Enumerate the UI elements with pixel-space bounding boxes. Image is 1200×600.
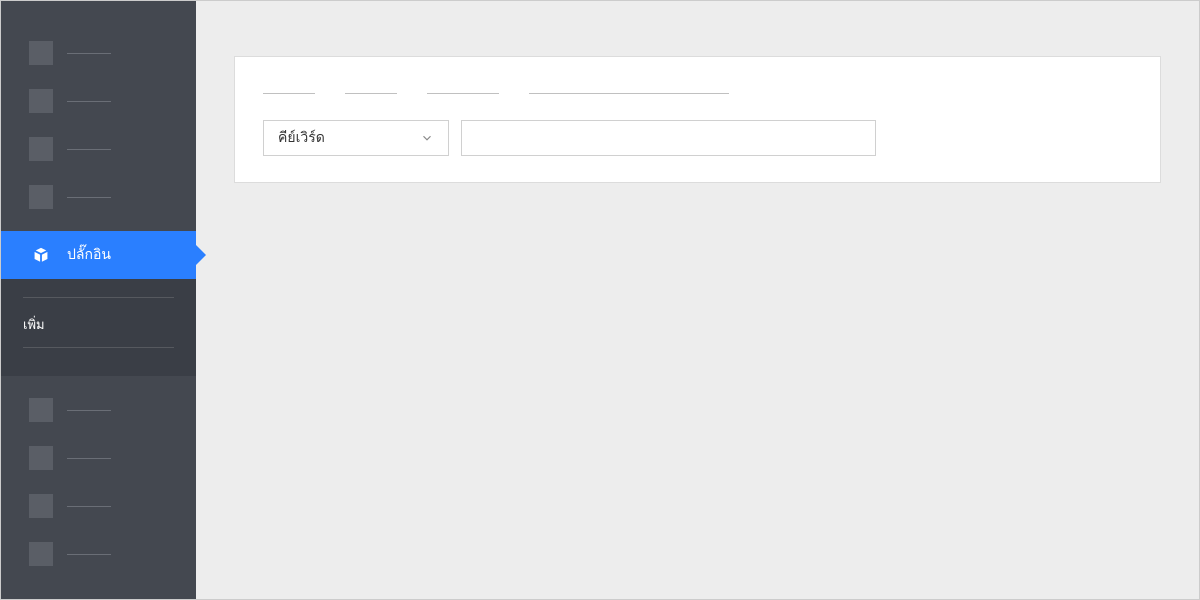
nav-item-placeholder[interactable] [1, 125, 196, 173]
nav-icon-placeholder [29, 398, 53, 422]
nav-icon-placeholder [29, 89, 53, 113]
nav-icon-placeholder [29, 185, 53, 209]
plugin-icon [29, 243, 53, 267]
nav-icon-placeholder [29, 137, 53, 161]
nav-label-placeholder [67, 101, 111, 102]
nav-label-placeholder [67, 458, 111, 459]
nav-label-placeholder [67, 506, 111, 507]
tab-placeholder[interactable] [263, 93, 315, 94]
nav-label-placeholder [67, 53, 111, 54]
nav-icon-placeholder [29, 446, 53, 470]
chevron-down-icon [420, 131, 434, 145]
nav-label-placeholder [67, 149, 111, 150]
nav-item-placeholder[interactable] [1, 386, 196, 434]
nav-icon-placeholder [29, 542, 53, 566]
submenu-divider [23, 297, 174, 298]
nav-label-placeholder [67, 410, 111, 411]
sidebar: ปลั๊กอิน เพิ่ม [1, 1, 196, 599]
nav-icon-placeholder [29, 494, 53, 518]
nav-label-placeholder [67, 197, 111, 198]
submenu-divider [23, 347, 174, 348]
nav-item-placeholder[interactable] [1, 77, 196, 125]
nav-item-placeholder[interactable] [1, 482, 196, 530]
submenu-item-add[interactable]: เพิ่ม [23, 306, 174, 339]
nav-icon-placeholder [29, 41, 53, 65]
filter-panel: คีย์เวิร์ด [234, 56, 1161, 183]
tab-placeholder[interactable] [529, 93, 729, 94]
nav-item-placeholder[interactable] [1, 29, 196, 77]
nav-label-placeholder [67, 554, 111, 555]
filter-type-select[interactable]: คีย์เวิร์ด [263, 120, 449, 156]
main-content: คีย์เวิร์ด [196, 1, 1199, 599]
tab-placeholder[interactable] [427, 93, 499, 94]
tab-row [263, 85, 1132, 94]
tab-placeholder[interactable] [345, 93, 397, 94]
submenu: เพิ่ม [1, 279, 196, 376]
nav-item-plugins[interactable]: ปลั๊กอิน [1, 231, 196, 279]
nav-item-placeholder[interactable] [1, 434, 196, 482]
nav-item-placeholder[interactable] [1, 173, 196, 221]
nav-label-plugins: ปลั๊กอิน [67, 244, 111, 266]
filter-row: คีย์เวิร์ด [263, 120, 1132, 156]
select-label: คีย์เวิร์ด [278, 127, 325, 149]
nav-item-placeholder[interactable] [1, 530, 196, 578]
search-input[interactable] [461, 120, 876, 156]
